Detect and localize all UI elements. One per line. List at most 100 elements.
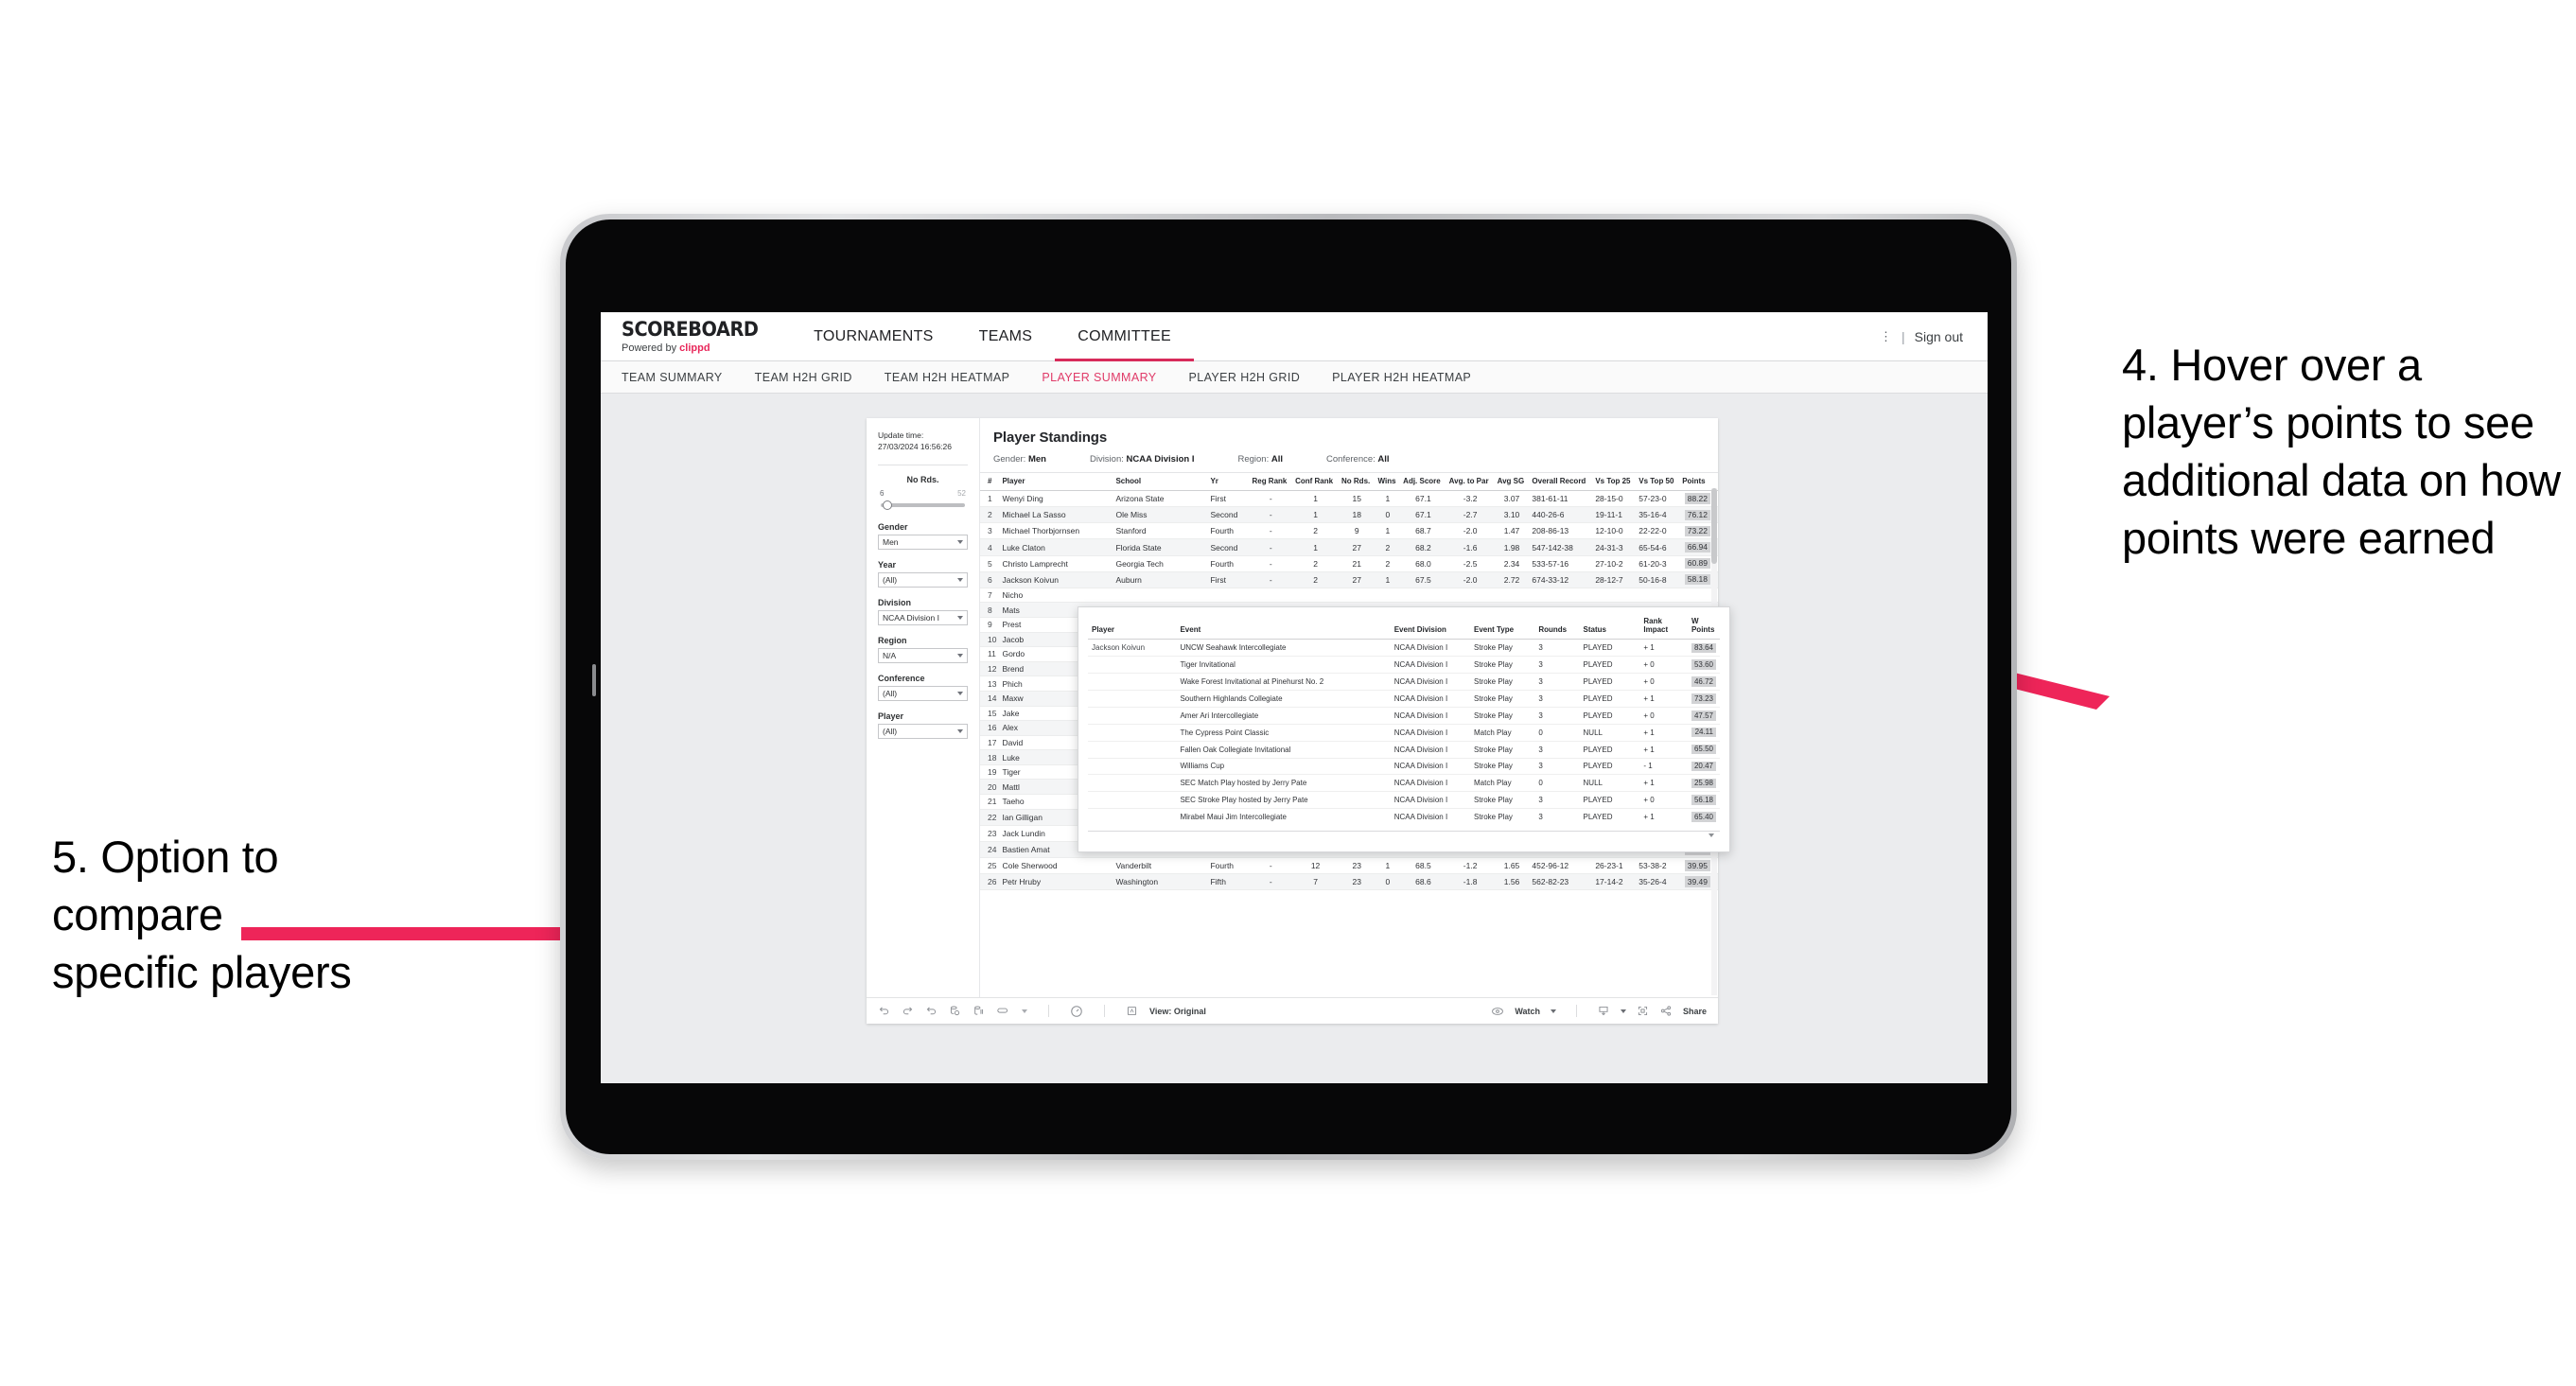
cell-conf-rank: 1 xyxy=(1292,538,1340,556)
performance-recording-icon[interactable] xyxy=(1070,1005,1083,1018)
view-original-label[interactable]: View: Original xyxy=(1149,1007,1206,1016)
cell-yr: Second xyxy=(1207,538,1250,556)
subnav-item-team-summary[interactable]: TEAM SUMMARY xyxy=(622,371,723,384)
cell-reg-rank: - xyxy=(1249,538,1293,556)
cell-rank: 24 xyxy=(980,841,1000,858)
subnav-item-player-h2h-heatmap[interactable]: PLAYER H2H HEATMAP xyxy=(1332,371,1471,384)
pause-auto-update-icon[interactable] xyxy=(973,1005,985,1017)
cell-vs-top-25: 27-10-2 xyxy=(1592,555,1637,572)
col-avg-sg[interactable]: Avg SG xyxy=(1494,473,1530,492)
cell-player: Jackson Koivun xyxy=(999,571,1113,588)
table-row[interactable]: 4 Luke Claton Florida State Second -1 27 2 68.2… xyxy=(980,538,1718,556)
fullscreen-icon[interactable] xyxy=(1637,1005,1649,1017)
tt-cell-status: NULL xyxy=(1579,774,1640,793)
sign-out-link[interactable]: Sign out xyxy=(1915,329,1963,344)
brand-title: SCOREBOARD xyxy=(622,317,759,341)
subnav-item-player-h2h-grid[interactable]: PLAYER H2H GRID xyxy=(1189,371,1301,384)
cell-wins: 1 xyxy=(1375,490,1401,508)
subnav-item-player-summary[interactable]: PLAYER SUMMARY xyxy=(1042,371,1156,384)
col-overall-record[interactable]: Overall Record xyxy=(1529,473,1593,492)
cell-avg-sg: 3.10 xyxy=(1494,506,1530,524)
col-vs-top-25[interactable]: Vs Top 25 xyxy=(1592,473,1637,492)
share-icon[interactable] xyxy=(1659,1005,1673,1017)
col-wins[interactable]: Wins xyxy=(1375,473,1401,492)
table-row[interactable]: 26 Petr Hruby Washington Fifth -7 23 0 68.6 -1.8… xyxy=(980,873,1718,891)
undo-icon[interactable] xyxy=(878,1005,890,1017)
cell-player: Petr Hruby xyxy=(999,873,1113,891)
update-time-value: 27/03/2024 16:56:26 xyxy=(878,442,952,452)
table-row[interactable]: 7 Nicho xyxy=(980,588,1718,604)
filter-division-select[interactable]: NCAA Division I xyxy=(878,609,968,625)
tt-cell-rank-impact: + 1 xyxy=(1639,639,1688,658)
brand-logo[interactable]: SCOREBOARD Powered by clippd xyxy=(601,312,791,360)
filter-conference-select[interactable]: (All) xyxy=(878,685,968,701)
col-school[interactable]: School xyxy=(1113,473,1208,492)
tt-cell-event: Amer Ari Intercollegiate xyxy=(1176,707,1391,725)
col-no-rds[interactable]: No Rds. xyxy=(1339,473,1376,492)
slider-handle[interactable] xyxy=(883,500,892,510)
overflow-menu-icon[interactable]: ⋮ xyxy=(1880,329,1892,344)
watch-eye-icon[interactable] xyxy=(1491,1006,1504,1017)
cell-reg-rank: - xyxy=(1249,506,1293,524)
cell-yr: Fourth xyxy=(1207,857,1250,875)
filter-year-select[interactable]: (All) xyxy=(878,571,968,588)
cell-rank: 18 xyxy=(980,749,1000,765)
watch-label[interactable]: Watch xyxy=(1515,1007,1540,1016)
cell-reg-rank: - xyxy=(1249,490,1293,508)
refresh-data-icon[interactable] xyxy=(949,1005,961,1017)
download-icon[interactable] xyxy=(1597,1005,1610,1017)
cell-overall-record: 562-82-23 xyxy=(1529,873,1593,891)
view-original-icon[interactable] xyxy=(1126,1005,1138,1017)
nav-item-tournaments[interactable]: TOURNAMENTS xyxy=(791,312,956,360)
col-rank[interactable]: # xyxy=(980,473,1000,492)
table-row[interactable]: 2 Michael La Sasso Ole Miss Second -1 18 0 67.1… xyxy=(980,506,1718,524)
tt-col-event: Event xyxy=(1176,615,1391,640)
pill-filter-icon[interactable] xyxy=(996,1005,1010,1017)
share-label[interactable]: Share xyxy=(1683,1007,1707,1016)
revert-icon[interactable] xyxy=(925,1005,938,1017)
tt-cell-event-type: Stroke Play xyxy=(1470,673,1535,691)
slider-track[interactable] xyxy=(881,500,965,510)
tt-cell-status: PLAYED xyxy=(1579,741,1640,759)
redo-icon[interactable] xyxy=(902,1005,914,1017)
col-adj-score[interactable]: Adj. Score xyxy=(1400,473,1446,492)
table-row[interactable]: 3 Michael Thorbjornsen Stanford Fourth -2 9 1 6… xyxy=(980,522,1718,540)
cell-adj-score xyxy=(1400,588,1446,604)
table-row[interactable]: 6 Jackson Koivun Auburn First -2 27 1 67.5 -2.0 2… xyxy=(980,571,1718,588)
dashboard-body: Update time: 27/03/2024 16:56:26 No Rds.… xyxy=(867,418,1730,997)
cell-school: Vanderbilt xyxy=(1113,857,1208,875)
chevron-down-icon[interactable] xyxy=(1022,1009,1027,1013)
filter-region-select[interactable]: N/A xyxy=(878,647,968,663)
tt-cell-event-type: Stroke Play xyxy=(1470,791,1535,810)
table-row[interactable]: 5 Christo Lamprecht Georgia Tech Fourth -2 21… xyxy=(980,555,1718,572)
nav-item-committee[interactable]: COMMITTEE xyxy=(1055,312,1194,361)
cell-school xyxy=(1113,588,1208,604)
filter-player-select[interactable]: (All) xyxy=(878,723,968,739)
cell-wins: 0 xyxy=(1375,506,1401,524)
subnav-item-team-h2h-grid[interactable]: TEAM H2H GRID xyxy=(755,371,852,384)
cell-school: Florida State xyxy=(1113,538,1208,556)
col-avg-to-par[interactable]: Avg. to Par xyxy=(1446,473,1495,492)
col-vs-top-50[interactable]: Vs Top 50 xyxy=(1636,473,1680,492)
cell-no-rds: 23 xyxy=(1339,857,1376,875)
col-conf-rank[interactable]: Conf Rank xyxy=(1292,473,1340,492)
table-scrollbar-thumb[interactable] xyxy=(1711,488,1717,564)
col-player[interactable]: Player xyxy=(999,473,1113,492)
col-yr[interactable]: Yr xyxy=(1207,473,1250,492)
cell-rank: 15 xyxy=(980,706,1000,722)
nav-item-teams[interactable]: TEAMS xyxy=(956,312,1056,360)
no-rounds-slider[interactable]: No Rds. 6 52 xyxy=(878,475,968,510)
table-row[interactable]: 1 Wenyi Ding Arizona State First -1 15 1 67.1 -3… xyxy=(980,490,1718,508)
filter-gender-select[interactable]: Men xyxy=(878,534,968,550)
cell-yr: Fourth xyxy=(1207,522,1250,540)
table-row[interactable]: 25 Cole Sherwood Vanderbilt Fourth -12 23 1 68.… xyxy=(980,857,1718,875)
chevron-down-icon[interactable] xyxy=(1550,1009,1556,1013)
tt-cell-status: PLAYED xyxy=(1579,758,1640,776)
subnav-item-team-h2h-heatmap[interactable]: TEAM H2H HEATMAP xyxy=(885,371,1010,384)
col-reg-rank[interactable]: Reg Rank xyxy=(1249,473,1293,492)
tt-cell-player xyxy=(1088,774,1177,793)
filter-region: Region N/A xyxy=(878,636,968,663)
chevron-down-icon[interactable] xyxy=(1620,1009,1626,1013)
tt-cell-rounds: 0 xyxy=(1534,724,1580,742)
tt-cell-player xyxy=(1088,707,1177,725)
